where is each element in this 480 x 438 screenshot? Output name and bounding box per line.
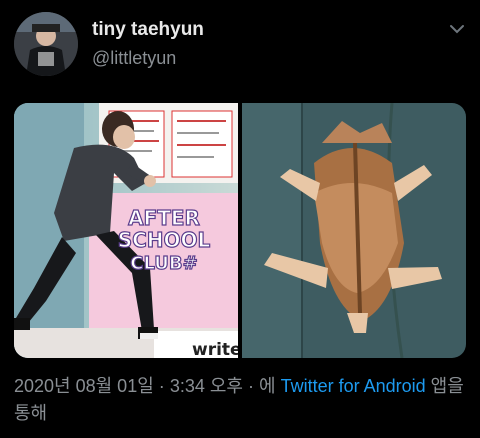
sign-text-2: SCHOOL xyxy=(118,228,211,252)
meta-separator-2: · xyxy=(247,376,254,396)
tweet-time[interactable]: 3:34 오후 xyxy=(170,376,243,396)
caption-text: write xyxy=(192,340,238,358)
tweet-header: tiny taehyun @littletyun xyxy=(14,12,466,76)
photo-dancer: AFTER SCHOOL CLUB# write xyxy=(14,103,238,358)
media-photo-right[interactable] xyxy=(242,103,466,358)
via-prefix: 에 xyxy=(259,376,276,396)
photo-hamster xyxy=(242,103,466,358)
sign-text-3: CLUB# xyxy=(130,253,197,274)
sign-text-1: AFTER xyxy=(128,206,200,230)
tweet-date[interactable]: 2020년 08월 01일 xyxy=(14,376,154,396)
avatar[interactable] xyxy=(14,12,78,76)
source-link[interactable]: Twitter for Android xyxy=(281,376,426,396)
tweet-media[interactable]: AFTER SCHOOL CLUB# write xyxy=(14,103,466,358)
user-handle[interactable]: @littletyun xyxy=(92,46,204,70)
display-name[interactable]: tiny taehyun xyxy=(92,18,204,42)
meta-separator: · xyxy=(158,376,165,396)
chevron-down-icon[interactable] xyxy=(448,20,466,38)
tweet-meta: 2020년 08월 01일 · 3:34 오후 · 에 Twitter for … xyxy=(14,373,466,427)
author-names: tiny taehyun @littletyun xyxy=(92,18,204,70)
media-photo-left[interactable]: AFTER SCHOOL CLUB# write xyxy=(14,103,238,358)
avatar-image xyxy=(14,12,78,76)
